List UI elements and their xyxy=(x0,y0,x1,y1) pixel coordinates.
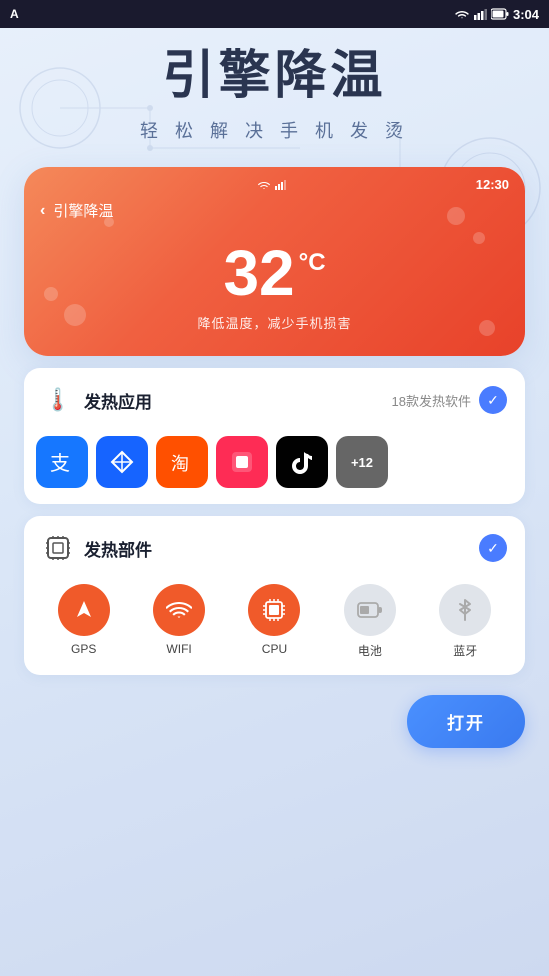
app-icon-app4[interactable] xyxy=(216,436,268,488)
svg-text:淘: 淘 xyxy=(171,454,189,474)
app-icon-alipay[interactable]: 支 xyxy=(36,436,88,488)
bluetooth-label: 蓝牙 xyxy=(453,642,477,659)
time-display: 3:04 xyxy=(513,7,539,22)
phone-status-icons xyxy=(257,180,289,190)
open-btn-area: 打开 xyxy=(24,687,525,764)
main-content: 引擎降温 轻 松 解 决 手 机 发 烫 xyxy=(0,28,549,764)
heat-components-header-left: 发热部件 xyxy=(42,532,152,564)
component-gps[interactable]: GPS xyxy=(52,584,116,659)
tiktok-logo xyxy=(288,448,316,476)
heat-components-icon xyxy=(42,532,74,564)
taobao-logo: 淘 xyxy=(166,446,198,478)
heat-apps-section: 🌡️ 发热应用 18款发热软件 ✓ 支 xyxy=(24,368,525,504)
component-wifi[interactable]: WIFI xyxy=(147,584,211,659)
hero-title: 引擎降温 xyxy=(24,48,525,105)
phone-temp-unit: °C xyxy=(299,251,326,275)
app-icon-taobao[interactable]: 淘 xyxy=(156,436,208,488)
phone-temperature: 32 °C xyxy=(223,241,325,305)
heat-components-section: 发热部件 ✓ GPS WIFI xyxy=(24,516,525,675)
wifi-label: WIFI xyxy=(166,642,191,656)
gps-label: GPS xyxy=(71,642,96,656)
battery-icon xyxy=(491,8,509,20)
heat-components-header: 发热部件 ✓ xyxy=(24,516,525,580)
app-icon-more[interactable]: +12 xyxy=(336,436,388,488)
wifi-icon xyxy=(455,8,469,20)
heat-apps-badge: 18款发热软件 xyxy=(392,391,471,410)
phone-temp-desc: 降低温度，减少手机损害 xyxy=(40,313,509,332)
phone-wifi-icon xyxy=(257,180,271,190)
status-bar: A 3:04 xyxy=(0,0,549,28)
phone-time: 12:30 xyxy=(476,177,509,192)
component-icons-row: GPS WIFI xyxy=(24,580,525,675)
heat-components-title: 发热部件 xyxy=(84,536,152,561)
battery-icon-circle xyxy=(344,584,396,636)
dot-6 xyxy=(479,320,495,336)
phone-signal-icon xyxy=(275,180,289,190)
gps-icon xyxy=(71,597,97,623)
heat-apps-icon: 🌡️ xyxy=(42,384,74,416)
heat-apps-check-btn[interactable]: ✓ xyxy=(479,386,507,414)
app-icons-row: 支 淘 xyxy=(24,432,525,504)
signal-icon xyxy=(473,8,487,20)
component-cpu[interactable]: CPU xyxy=(242,584,306,659)
app4-logo xyxy=(226,446,258,478)
hero-subtitle: 轻 松 解 决 手 机 发 烫 xyxy=(24,117,525,143)
open-button[interactable]: 打开 xyxy=(407,695,525,748)
cpu-label: CPU xyxy=(262,642,287,656)
app-label: A xyxy=(10,7,19,21)
component-icon xyxy=(44,534,72,562)
gps-icon-circle xyxy=(58,584,110,636)
status-bar-right: 3:04 xyxy=(455,7,539,22)
cpu-icon-circle xyxy=(248,584,300,636)
cpu-icon xyxy=(262,598,286,622)
alipay-logo: 支 xyxy=(46,446,78,478)
wifi-comp-icon xyxy=(166,599,192,621)
bluetooth-icon-circle xyxy=(439,584,491,636)
phone-temp-area: 32 °C 降低温度，减少手机损害 xyxy=(40,241,509,332)
svg-text:支: 支 xyxy=(50,452,70,475)
heat-apps-header-left: 🌡️ 发热应用 xyxy=(42,384,152,416)
wifi-icon-circle xyxy=(153,584,205,636)
app-more-label: +12 xyxy=(351,455,373,470)
heat-apps-title: 发热应用 xyxy=(84,388,152,413)
phone-mockup-card: 12:30 ‹ 引擎降温 32 °C 降低温度，减少手机损害 xyxy=(24,167,525,356)
component-bluetooth[interactable]: 蓝牙 xyxy=(433,584,497,659)
status-bar-left: A xyxy=(10,7,19,21)
phone-header: 12:30 ‹ 引擎降温 32 °C 降低温度，减少手机损害 xyxy=(24,167,525,356)
battery-label: 电池 xyxy=(358,642,382,659)
feishu-logo xyxy=(108,448,136,476)
dot-1 xyxy=(447,207,465,225)
bluetooth-icon xyxy=(455,597,475,623)
dot-5 xyxy=(104,217,114,227)
component-battery[interactable]: 电池 xyxy=(338,584,402,659)
phone-header-bar: 12:30 xyxy=(40,177,509,192)
app-icon-tiktok[interactable] xyxy=(276,436,328,488)
heat-apps-header: 🌡️ 发热应用 18款发热软件 ✓ xyxy=(24,368,525,432)
battery-comp-icon xyxy=(357,599,383,621)
back-arrow-icon: ‹ xyxy=(40,202,45,220)
heat-components-check-btn[interactable]: ✓ xyxy=(479,534,507,562)
app-icon-feishu[interactable] xyxy=(96,436,148,488)
